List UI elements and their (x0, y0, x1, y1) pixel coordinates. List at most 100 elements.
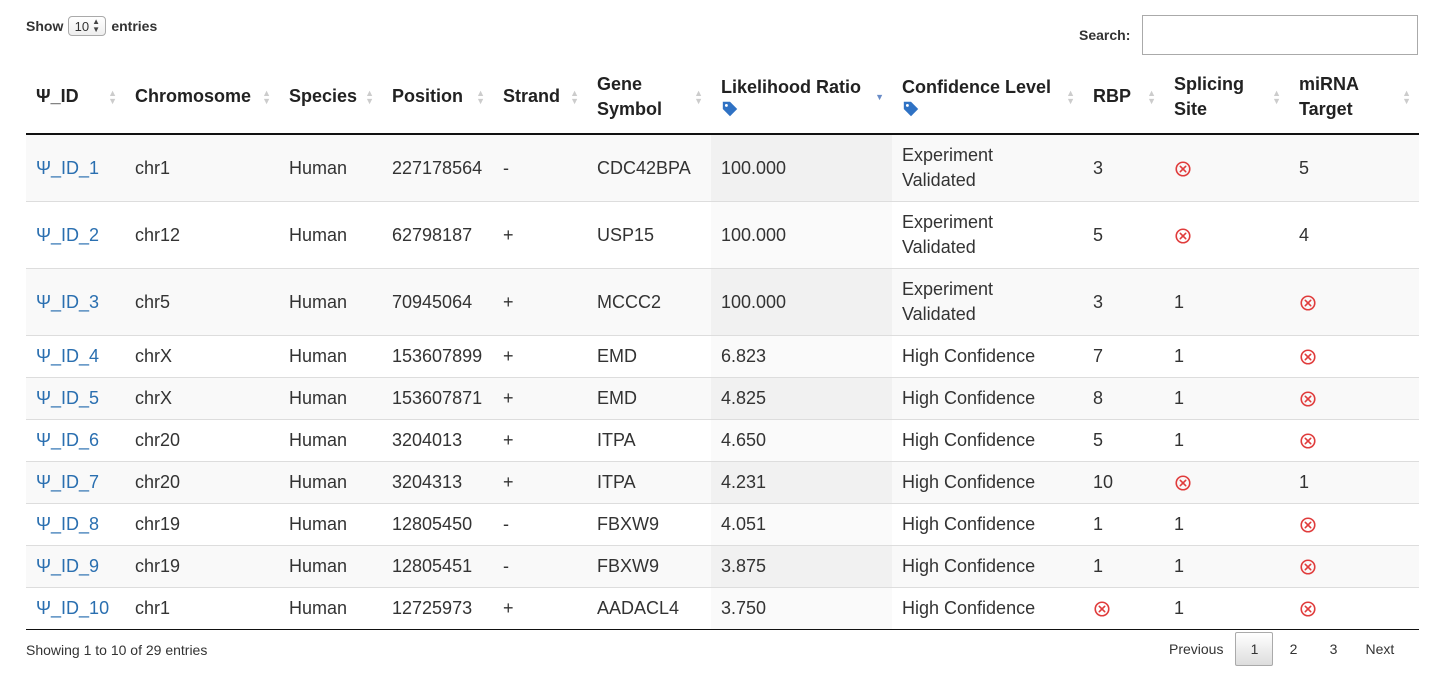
cell-gene: EMD (587, 335, 711, 378)
cell-position: 12805450 (382, 503, 493, 546)
cell-gene: MCCC2 (587, 268, 711, 336)
cell-value: Human (289, 291, 348, 312)
cell-value: 4.825 (721, 388, 767, 408)
column-header-strand[interactable]: Strand ▲ ▼ (493, 60, 587, 135)
cell-strand: + (493, 377, 587, 420)
page-button-2[interactable]: 2 (1273, 632, 1313, 666)
cell-value: 3204313 (392, 472, 463, 492)
circle-x-icon (1299, 514, 1317, 534)
cell-splicing (1164, 201, 1289, 269)
cell-position: 62798187 (382, 201, 493, 269)
cell-splicing: 1 (1164, 545, 1289, 588)
cell-likelihood: 4.051 (711, 503, 892, 546)
cell-value: 5 (1093, 224, 1104, 245)
column-header-mirna[interactable]: miRNA Target ▲ ▼ (1289, 60, 1419, 135)
cell-value: Human (289, 514, 348, 534)
cell-value: Human (289, 224, 348, 245)
next-button[interactable]: Next (1353, 632, 1406, 666)
page-button-3[interactable]: 3 (1313, 632, 1353, 666)
cell-species: Human (279, 419, 382, 462)
column-header-id[interactable]: Ψ_ID ▲ ▼ (26, 60, 125, 135)
column-header-label: Likelihood Ratio (721, 77, 862, 97)
previous-button[interactable]: Previous (1157, 632, 1235, 666)
column-header-confidence[interactable]: Confidence Level ▲ ▼ (892, 60, 1083, 135)
cell-value: chrX (135, 346, 173, 366)
cell-rbp: 1 (1083, 503, 1164, 546)
psi-id-link[interactable]: Ψ_ID_9 (36, 556, 99, 576)
psi-id-link[interactable]: Ψ_ID_10 (36, 598, 109, 618)
cell-id[interactable]: Ψ_ID_10 (26, 587, 125, 630)
cell-chromosome: chr1 (125, 587, 279, 630)
column-header-chromosome[interactable]: Chromosome ▲ ▼ (125, 60, 279, 135)
sort-arrows-icon: ▲ ▼ (570, 87, 579, 106)
psi-id-link[interactable]: Ψ_ID_1 (36, 158, 99, 178)
cell-id[interactable]: Ψ_ID_2 (26, 201, 125, 269)
cell-splicing (1164, 134, 1289, 202)
column-header-species[interactable]: Species ▲ ▼ (279, 60, 382, 135)
cell-value: + (503, 291, 514, 312)
cell-chromosome: chr19 (125, 545, 279, 588)
search-input[interactable] (1142, 15, 1419, 55)
cell-position: 70945064 (382, 268, 493, 336)
cell-confidence: High Confidence (892, 419, 1083, 462)
psi-id-link[interactable]: Ψ_ID_7 (36, 472, 99, 492)
circle-x-icon (1299, 346, 1317, 366)
column-header-rbp[interactable]: RBP ▲ ▼ (1083, 60, 1164, 135)
column-header-label: RBP (1093, 86, 1132, 106)
cell-value: MCCC2 (597, 291, 662, 312)
pagination: Previous 1 2 3 Next (1157, 632, 1406, 666)
cell-id[interactable]: Ψ_ID_8 (26, 503, 125, 546)
sort-descending-icon: ▼ (875, 91, 884, 102)
cell-value: 4.650 (721, 430, 767, 450)
table-row: Ψ_ID_7 chr20 Human 3204313 + ITPA 4.231 High Co… (26, 461, 1419, 504)
cell-splicing: 1 (1164, 419, 1289, 462)
psi-id-link[interactable]: Ψ_ID_5 (36, 388, 99, 408)
cell-species: Human (279, 545, 382, 588)
cell-confidence: Experiment Validated (892, 268, 1083, 336)
cell-id[interactable]: Ψ_ID_1 (26, 134, 125, 202)
column-header-position[interactable]: Position ▲ ▼ (382, 60, 493, 135)
column-header-label: Confidence Level (902, 77, 1052, 97)
cell-rbp: 7 (1083, 335, 1164, 378)
cell-likelihood: 3.875 (711, 545, 892, 588)
cell-value: 1 (1299, 472, 1310, 492)
cell-id[interactable]: Ψ_ID_9 (26, 545, 125, 588)
length-select[interactable]: 10 ▲ ▼ (68, 16, 107, 36)
column-header-label: Species (289, 86, 358, 106)
column-header-likelihood[interactable]: Likelihood Ratio ▼ (711, 60, 892, 135)
cell-id[interactable]: Ψ_ID_3 (26, 268, 125, 336)
cell-mirna (1289, 587, 1419, 630)
table-info: Showing 1 to 10 of 29 entries (26, 642, 208, 658)
psi-id-link[interactable]: Ψ_ID_4 (36, 346, 99, 366)
sort-arrows-icon: ▲ ▼ (476, 87, 485, 106)
cell-strand: - (493, 545, 587, 588)
cell-id[interactable]: Ψ_ID_5 (26, 377, 125, 420)
cell-chromosome: chr20 (125, 419, 279, 462)
cell-species: Human (279, 134, 382, 202)
psi-id-link[interactable]: Ψ_ID_8 (36, 514, 99, 534)
cell-confidence: High Confidence (892, 587, 1083, 630)
cell-rbp: 5 (1083, 201, 1164, 269)
cell-species: Human (279, 201, 382, 269)
psi-id-link[interactable]: Ψ_ID_2 (36, 225, 99, 245)
column-header-label: Strand (503, 86, 561, 106)
sort-arrows-icon: ▲ ▼ (1402, 87, 1411, 106)
column-header-label-line2: Site (1174, 98, 1208, 119)
cell-value: 100.000 (721, 224, 787, 245)
sort-arrows-icon: ▲ ▼ (1066, 87, 1075, 106)
cell-splicing (1164, 461, 1289, 504)
cell-value: 62798187 (392, 224, 473, 245)
cell-id[interactable]: Ψ_ID_6 (26, 419, 125, 462)
cell-id[interactable]: Ψ_ID_4 (26, 335, 125, 378)
psi-id-link[interactable]: Ψ_ID_6 (36, 430, 99, 450)
psi-id-link[interactable]: Ψ_ID_3 (36, 292, 99, 312)
column-header-gene[interactable]: Gene Symbol ▲ ▼ (587, 60, 711, 135)
circle-x-icon (1299, 292, 1317, 312)
cell-value: 3 (1093, 291, 1104, 312)
page-button-1[interactable]: 1 (1235, 632, 1274, 666)
circle-x-icon (1299, 556, 1317, 576)
cell-id[interactable]: Ψ_ID_7 (26, 461, 125, 504)
column-header-label: Ψ_ID (36, 86, 79, 106)
column-header-splicing[interactable]: Splicing Site ▲ ▼ (1164, 60, 1289, 135)
sort-arrows-icon: ▲ ▼ (1147, 87, 1156, 106)
